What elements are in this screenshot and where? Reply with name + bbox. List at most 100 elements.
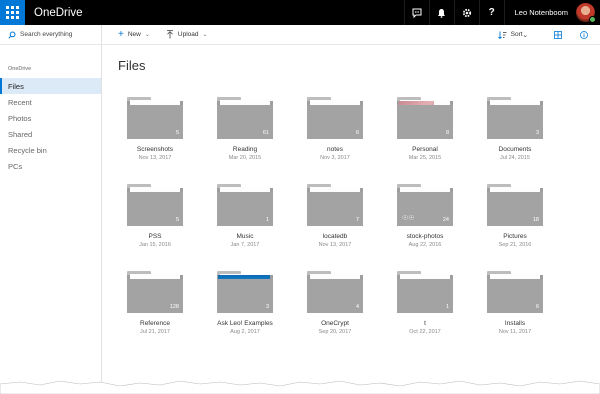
- folder-name[interactable]: Personal: [412, 146, 438, 153]
- folder-date: Nov 13, 2017: [318, 242, 352, 248]
- sidebar-item-shared[interactable]: Shared: [0, 126, 101, 142]
- chat-icon: [412, 8, 422, 18]
- folder-tile[interactable]: 5 PSS Jan 15, 2016: [110, 181, 200, 268]
- new-button[interactable]: + New ⌄: [118, 28, 150, 40]
- search-input[interactable]: Search everything: [20, 31, 72, 38]
- help-button[interactable]: ?: [478, 0, 504, 25]
- folder-icon: 8: [397, 97, 453, 139]
- folder-icon: 3: [487, 97, 543, 139]
- folder-tile[interactable]: 6 notes Nov 3, 2017: [290, 94, 380, 181]
- folder-tile[interactable]: ☉☉ 24 stock-photos Aug 22, 2016: [380, 181, 470, 268]
- folder-name[interactable]: Ask Leo! Examples: [217, 320, 273, 327]
- folder-tile[interactable]: 18 Pictures Sep 21, 2016: [470, 181, 560, 268]
- file-grid: 5 Screenshots Nov 13, 2017 61 Reading Mar 20,…: [110, 94, 560, 355]
- folder-tile[interactable]: 3 Documents Jul 24, 2015: [470, 94, 560, 181]
- folder-date: Aug 2, 2017: [230, 329, 260, 335]
- avatar: [576, 3, 596, 23]
- item-count: 8: [445, 130, 449, 136]
- item-count: 128: [169, 304, 179, 310]
- folder-tile[interactable]: 3 Ask Leo! Examples Aug 2, 2017: [200, 268, 290, 355]
- folder-icon: 128: [127, 271, 183, 313]
- folder-date: Jan 7, 2017: [230, 242, 260, 248]
- folder-tile[interactable]: 7 locatedb Nov 13, 2017: [290, 181, 380, 268]
- folder-tile[interactable]: 1 t Oct 22, 2017: [380, 268, 470, 355]
- upload-label: Upload: [177, 31, 199, 38]
- folder-name[interactable]: locatedb: [323, 233, 348, 240]
- sidebar-item-recent[interactable]: Recent: [0, 94, 101, 110]
- item-count: 5: [175, 217, 179, 223]
- folder-name[interactable]: Music: [237, 233, 254, 240]
- sort-button[interactable]: Sort ⌄: [497, 31, 528, 39]
- folder-name[interactable]: t: [424, 320, 426, 327]
- folder-tile[interactable]: 6 Installs Nov 11, 2017: [470, 268, 560, 355]
- folder-tile[interactable]: 4 OneCrypt Sep 20, 2017: [290, 268, 380, 355]
- view-toggle-button[interactable]: [548, 30, 568, 39]
- app-title[interactable]: OneDrive: [34, 7, 404, 19]
- sidebar-item-pcs[interactable]: PCs: [0, 158, 101, 174]
- folder-tile[interactable]: 8 Personal Mar 25, 2015: [380, 94, 470, 181]
- page-title: Files: [118, 58, 146, 73]
- folder-name[interactable]: PSS: [148, 233, 161, 240]
- notifications-button[interactable]: [428, 0, 454, 25]
- folder-date: Aug 22, 2016: [408, 242, 442, 248]
- sidebar: Search everything OneDrive Files Recent …: [0, 25, 102, 394]
- folder-icon: 61: [217, 97, 273, 139]
- presence-icon: [589, 16, 596, 23]
- sidebar-item-files[interactable]: Files: [0, 78, 101, 94]
- folder-name[interactable]: Installs: [505, 320, 525, 327]
- search-box[interactable]: Search everything: [0, 25, 101, 45]
- app-launcher-button[interactable]: [0, 0, 25, 25]
- upload-icon: [166, 30, 173, 39]
- folder-name[interactable]: Screenshots: [137, 146, 173, 153]
- info-icon: [580, 30, 588, 39]
- folder-date: Mar 25, 2015: [408, 155, 442, 161]
- info-button[interactable]: [574, 30, 594, 39]
- folder-name[interactable]: Pictures: [503, 233, 526, 240]
- item-count: 1: [445, 304, 449, 310]
- item-count: 1: [265, 217, 269, 223]
- folder-name[interactable]: Reference: [140, 320, 170, 327]
- chevron-down-icon: ⌄: [144, 32, 150, 38]
- sidebar-item-recycle-bin[interactable]: Recycle bin: [0, 142, 101, 158]
- help-icon: ?: [488, 7, 495, 18]
- sidebar-item-photos[interactable]: Photos: [0, 110, 101, 126]
- folder-tile[interactable]: 128 Reference Jul 21, 2017: [110, 268, 200, 355]
- folder-icon: 1: [397, 271, 453, 313]
- search-icon: [8, 31, 16, 39]
- item-count: 18: [532, 217, 539, 223]
- folder-date: Nov 3, 2017: [320, 155, 350, 161]
- item-count: 3: [535, 130, 539, 136]
- plus-icon: +: [118, 28, 124, 40]
- folder-date: Sep 21, 2016: [498, 242, 532, 248]
- folder-icon: ☉☉ 24: [397, 184, 453, 226]
- user-name: Leo Notenboom: [514, 8, 568, 17]
- sort-icon: [497, 31, 507, 39]
- account-button[interactable]: Leo Notenboom: [503, 0, 600, 25]
- folder-date: Nov 13, 2017: [138, 155, 172, 161]
- folder-name[interactable]: notes: [327, 146, 343, 153]
- folder-icon: 1: [217, 184, 273, 226]
- folder-icon: 7: [307, 184, 363, 226]
- folder-date: Jan 15, 2016: [139, 242, 171, 248]
- folder-tile[interactable]: 61 Reading Mar 20, 2015: [200, 94, 290, 181]
- chevron-down-icon: ⌄: [522, 31, 528, 39]
- folder-date: Jul 24, 2015: [500, 155, 530, 161]
- shared-people-icon: ☉☉: [402, 215, 415, 222]
- folder-tile[interactable]: 5 Screenshots Nov 13, 2017: [110, 94, 200, 181]
- folder-name[interactable]: Reading: [233, 146, 257, 153]
- torn-edge: [0, 380, 600, 394]
- chat-button[interactable]: [403, 0, 429, 25]
- item-count: 24: [442, 217, 449, 223]
- item-count: 61: [262, 130, 269, 136]
- folder-tile[interactable]: 1 Music Jan 7, 2017: [200, 181, 290, 268]
- command-bar: + New ⌄ Upload ⌄ Sort ⌄: [102, 25, 600, 45]
- settings-button[interactable]: [453, 0, 479, 25]
- bell-icon: [438, 8, 446, 18]
- folder-name[interactable]: OneCrypt: [321, 320, 349, 327]
- folder-date: Sep 20, 2017: [318, 329, 352, 335]
- folder-name[interactable]: Documents: [499, 146, 532, 153]
- folder-date: Mar 20, 2015: [228, 155, 262, 161]
- upload-button[interactable]: Upload ⌄: [166, 30, 208, 39]
- folder-name[interactable]: stock-photos: [407, 233, 444, 240]
- folder-icon: 4: [307, 271, 363, 313]
